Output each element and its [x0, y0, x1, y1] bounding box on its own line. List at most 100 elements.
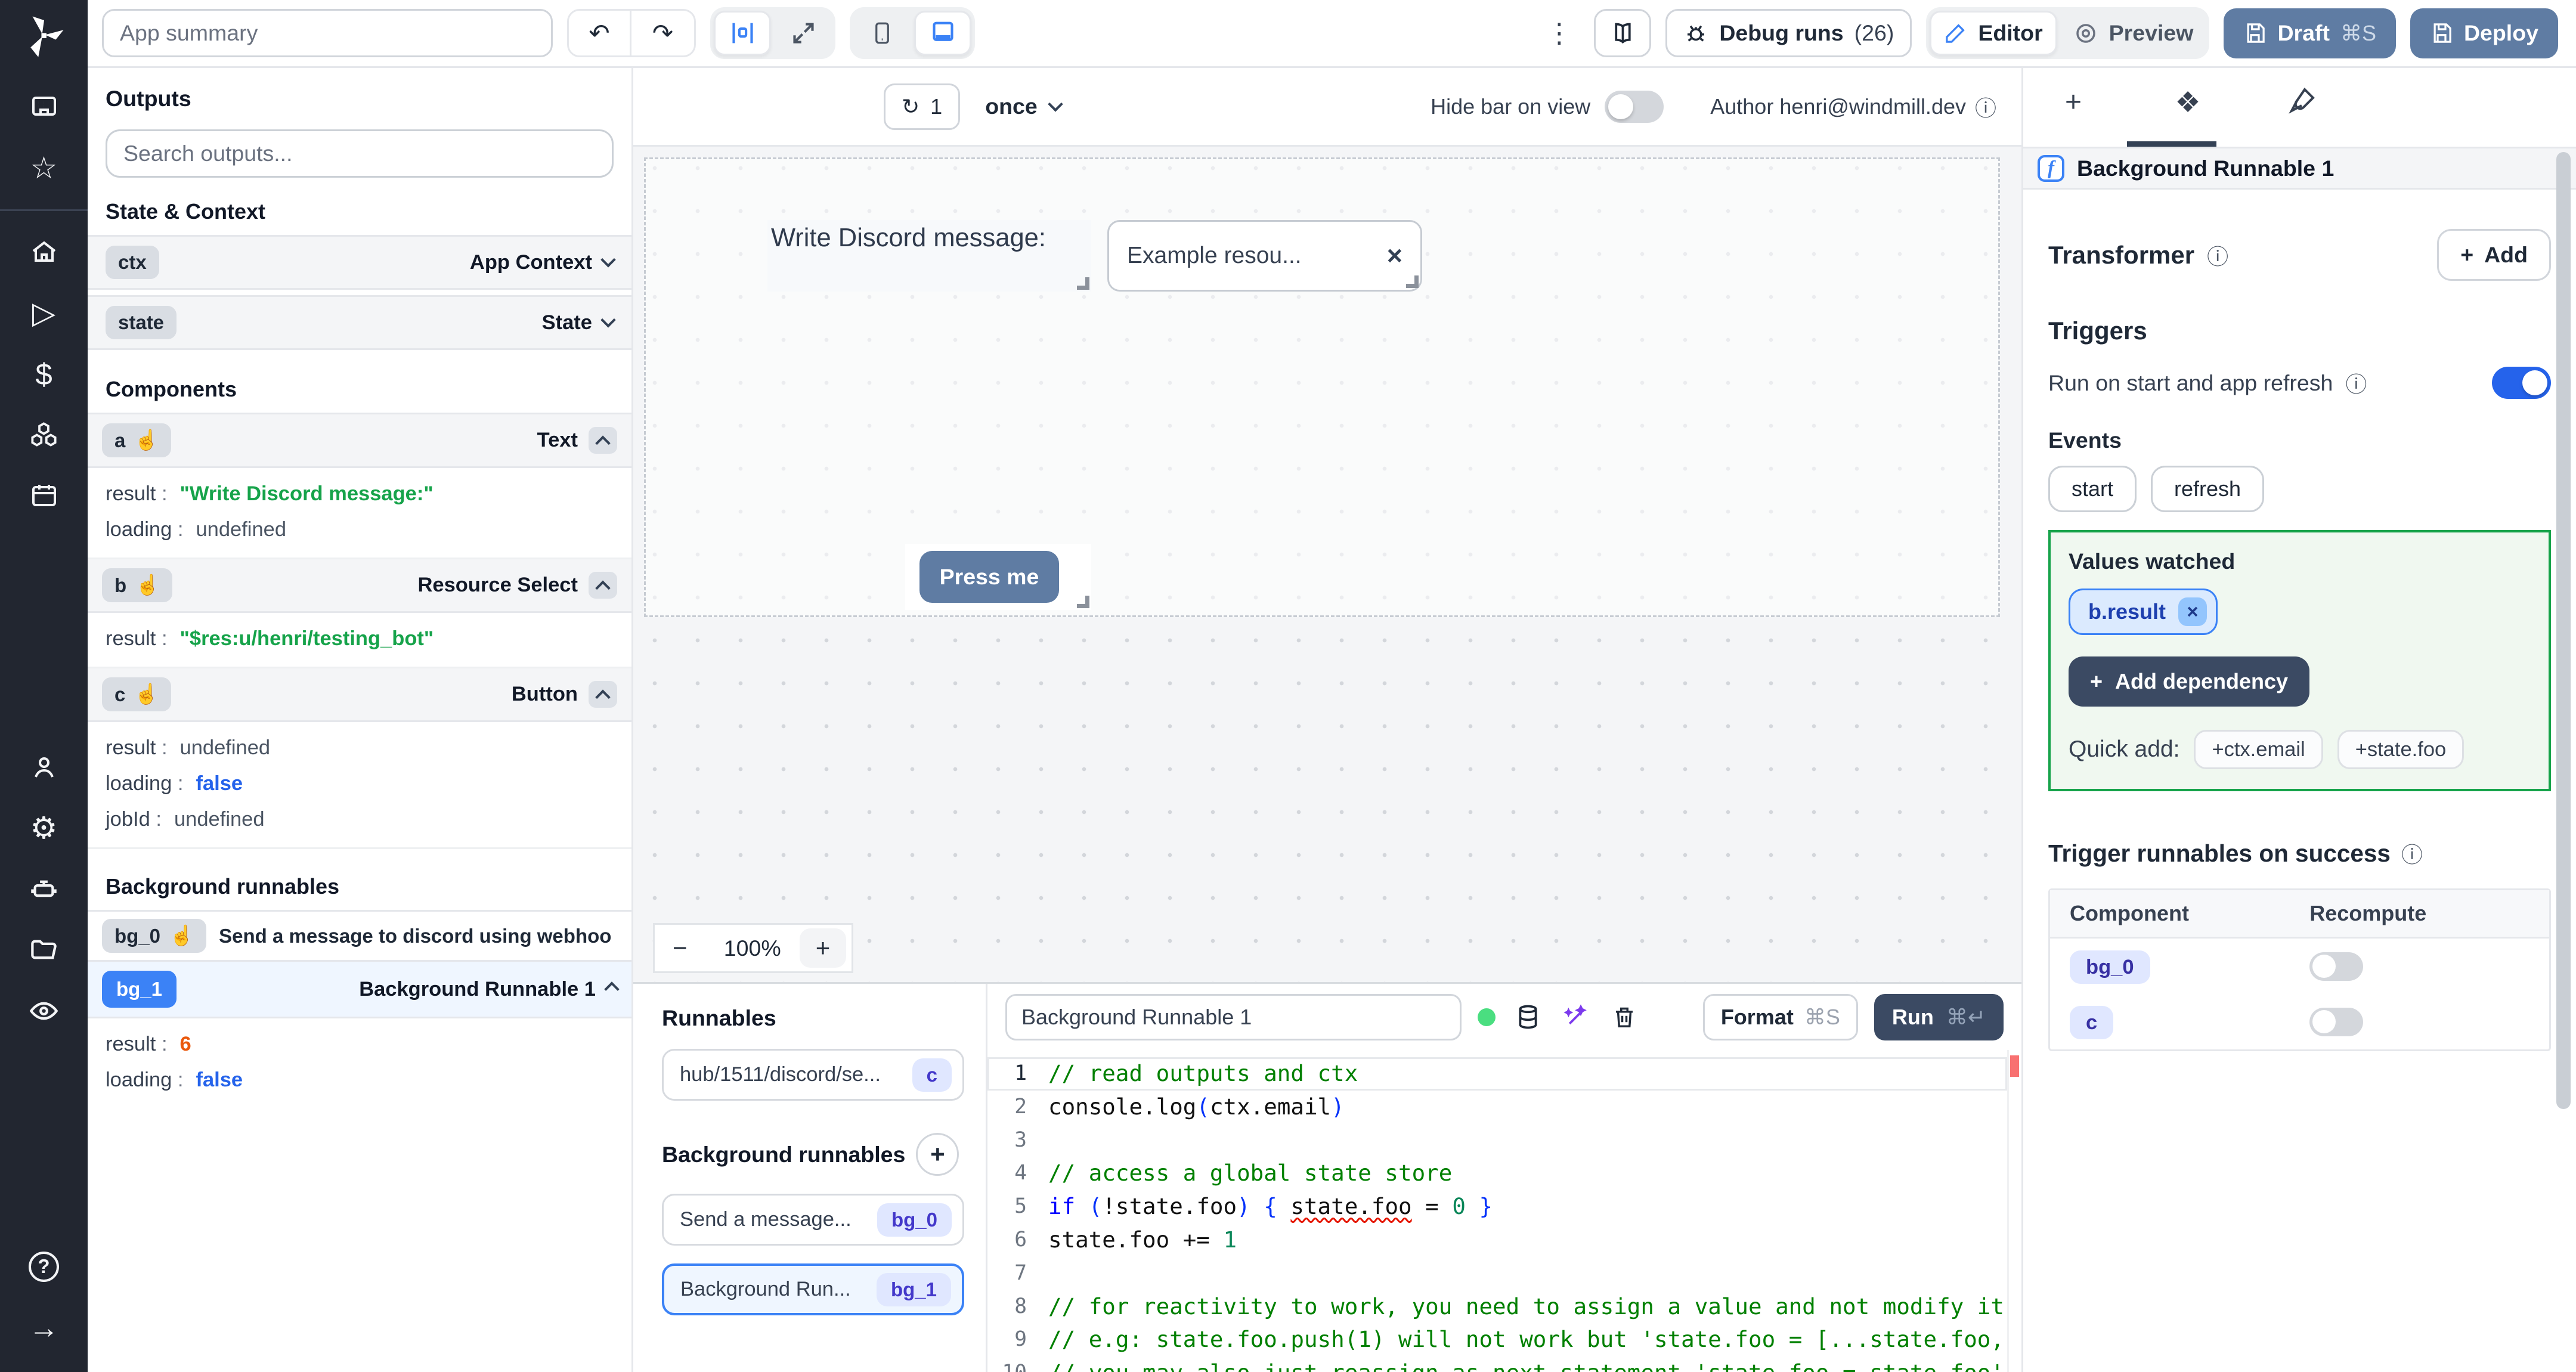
windmill-logo[interactable]	[21, 13, 67, 59]
code-editor[interactable]: 1// read outputs and ctx 2 console.log(ctx…	[987, 1050, 2007, 1372]
quick-add-state-foo[interactable]: +state.foo	[2337, 730, 2464, 769]
resize-handle[interactable]	[1077, 277, 1089, 290]
desktop-view-button[interactable]	[914, 11, 971, 55]
cache-database-icon[interactable]	[1512, 1001, 1544, 1033]
component-a-type: Text	[537, 429, 578, 451]
runnable-name-input[interactable]	[1005, 993, 1462, 1040]
resize-handle[interactable]	[1406, 275, 1419, 288]
collapse-chevron-up-icon[interactable]	[589, 427, 617, 454]
home-icon[interactable]	[0, 222, 88, 283]
event-chip-start[interactable]: start	[2048, 466, 2137, 512]
event-chip-refresh[interactable]: refresh	[2151, 466, 2265, 512]
add-dependency-button[interactable]: + Add dependency	[2069, 656, 2310, 707]
refresh-mode-dropdown[interactable]: once	[985, 94, 1063, 119]
state-row[interactable]: state State	[88, 295, 631, 350]
schedules-calendar-icon[interactable]	[0, 465, 88, 526]
zoom-in-button[interactable]: +	[800, 928, 846, 968]
workspace-icon[interactable]	[0, 77, 88, 138]
collapse-chevron-up-icon[interactable]	[589, 681, 617, 708]
search-outputs-input[interactable]	[106, 129, 614, 178]
info-icon[interactable]: ⓘ	[1975, 91, 1996, 122]
delete-trash-icon[interactable]	[1608, 1001, 1640, 1033]
bg0-badge[interactable]: bg_0 ☝	[102, 919, 207, 953]
component-badge[interactable]: c	[2070, 1005, 2114, 1039]
app-canvas[interactable]: Write Discord message: Example resou... …	[644, 157, 2000, 617]
ctx-badge[interactable]: ctx	[106, 246, 159, 279]
watched-value-chip[interactable]: b.result ×	[2069, 589, 2218, 635]
user-icon[interactable]	[0, 737, 88, 798]
quick-add-ctx-email[interactable]: +ctx.email	[2194, 730, 2323, 769]
preview-tab[interactable]: Preview	[2061, 11, 2206, 55]
workers-robot-icon[interactable]	[0, 859, 88, 919]
info-icon[interactable]: ⓘ	[2345, 367, 2367, 398]
resize-handle[interactable]	[1077, 596, 1089, 608]
component-badge[interactable]: bg_0	[2070, 950, 2150, 984]
folders-icon[interactable]	[0, 919, 88, 980]
runnable-item-bg0[interactable]: Send a message... bg_0	[662, 1194, 964, 1246]
component-b-header[interactable]: b ☝ Resource Select	[88, 559, 631, 613]
remove-watched-value-icon[interactable]: ×	[2178, 597, 2207, 626]
favorites-star-icon[interactable]: ☆	[0, 138, 88, 199]
zoom-out-button[interactable]: −	[655, 934, 705, 962]
editor-header: Format⌘S Run⌘↵	[987, 984, 2021, 1050]
recompute-toggle[interactable]	[2309, 952, 2364, 981]
add-background-runnable-button[interactable]: +	[916, 1133, 959, 1176]
runnable-item-hub[interactable]: hub/1511/discord/se... c	[662, 1049, 964, 1101]
format-button[interactable]: Format ⌘S	[1702, 993, 1858, 1040]
styling-brush-tab-icon[interactable]	[2281, 86, 2324, 114]
redo-button[interactable]: ↷	[631, 9, 696, 57]
state-badge[interactable]: state	[106, 306, 177, 339]
component-b-badge[interactable]: b ☝	[102, 568, 173, 602]
run-button[interactable]: Run ⌘↵	[1874, 993, 2004, 1040]
component-a-header[interactable]: a ☝ Text	[88, 413, 631, 468]
recompute-toggle[interactable]	[2309, 1007, 2364, 1036]
resource-select-component[interactable]: Example resou... ×	[1107, 220, 1422, 292]
insert-component-tab-plus-icon[interactable]: +	[2052, 86, 2095, 119]
settings-gear-icon[interactable]: ⚙	[0, 798, 88, 859]
help-icon[interactable]: ?	[0, 1236, 88, 1297]
debug-runs-button[interactable]: Debug runs (26)	[1665, 9, 1912, 57]
hide-bar-toggle[interactable]	[1605, 90, 1664, 123]
info-icon[interactable]: ⓘ	[2207, 240, 2228, 271]
ai-wand-icon[interactable]	[1560, 1001, 1592, 1033]
runs-play-icon[interactable]: ▷	[0, 283, 88, 343]
resources-cubes-icon[interactable]	[0, 404, 88, 465]
chevron-down-icon[interactable]	[600, 312, 616, 328]
editor-scrollbar[interactable]	[2007, 1050, 2021, 1372]
app-summary-input[interactable]	[102, 9, 553, 57]
more-options-kebab-icon[interactable]: ⋮	[1538, 17, 1580, 49]
mobile-view-button[interactable]	[853, 11, 911, 55]
button-component-cell[interactable]: Press me	[905, 544, 1091, 610]
canvas-area[interactable]: Write Discord message: Example resou... …	[633, 147, 2021, 982]
editor-tab[interactable]: Editor	[1930, 11, 2057, 55]
add-transformer-button[interactable]: + Add	[2437, 229, 2551, 281]
bg0-row[interactable]: bg_0 ☝ Send a message to discord using we…	[88, 910, 631, 962]
centered-layout-button[interactable]	[714, 11, 771, 55]
audit-eye-icon[interactable]	[0, 980, 88, 1041]
bg1-badge[interactable]: bg_1	[102, 971, 177, 1008]
right-panel-scrollbar[interactable]	[2556, 152, 2571, 1109]
collapse-chevron-up-icon[interactable]	[589, 572, 617, 599]
info-icon[interactable]: ⓘ	[2401, 838, 2423, 869]
variables-dollar-icon[interactable]: $	[0, 343, 88, 404]
refresh-count-button[interactable]: ↻ 1	[884, 83, 961, 130]
chevron-up-icon[interactable]	[604, 981, 620, 997]
component-c-header[interactable]: c ☝ Button	[88, 668, 631, 722]
bg1-row-selected[interactable]: bg_1 Background Runnable 1	[88, 962, 631, 1018]
text-component[interactable]: Write Discord message:	[767, 220, 1091, 292]
draft-button[interactable]: Draft ⌘S	[2224, 8, 2396, 58]
run-on-start-toggle[interactable]	[2492, 367, 2551, 399]
fullwidth-layout-button[interactable]	[775, 11, 832, 55]
component-c-badge[interactable]: c ☝	[102, 677, 172, 711]
clear-selection-icon[interactable]: ×	[1387, 240, 1402, 271]
component-a-badge[interactable]: a ☝	[102, 423, 172, 457]
component-settings-tab-icon[interactable]: ❖	[2166, 86, 2209, 119]
ctx-row[interactable]: ctx App Context	[88, 235, 631, 290]
docs-book-button[interactable]	[1594, 9, 1652, 57]
runnable-item-bg1-selected[interactable]: Background Run... bg_1	[662, 1263, 964, 1315]
undo-button[interactable]: ↶	[567, 9, 631, 57]
press-me-button[interactable]: Press me	[919, 551, 1059, 603]
collapse-arrow-icon[interactable]: →	[0, 1297, 88, 1358]
chevron-down-icon[interactable]	[600, 252, 616, 268]
deploy-button[interactable]: Deploy	[2410, 8, 2558, 58]
